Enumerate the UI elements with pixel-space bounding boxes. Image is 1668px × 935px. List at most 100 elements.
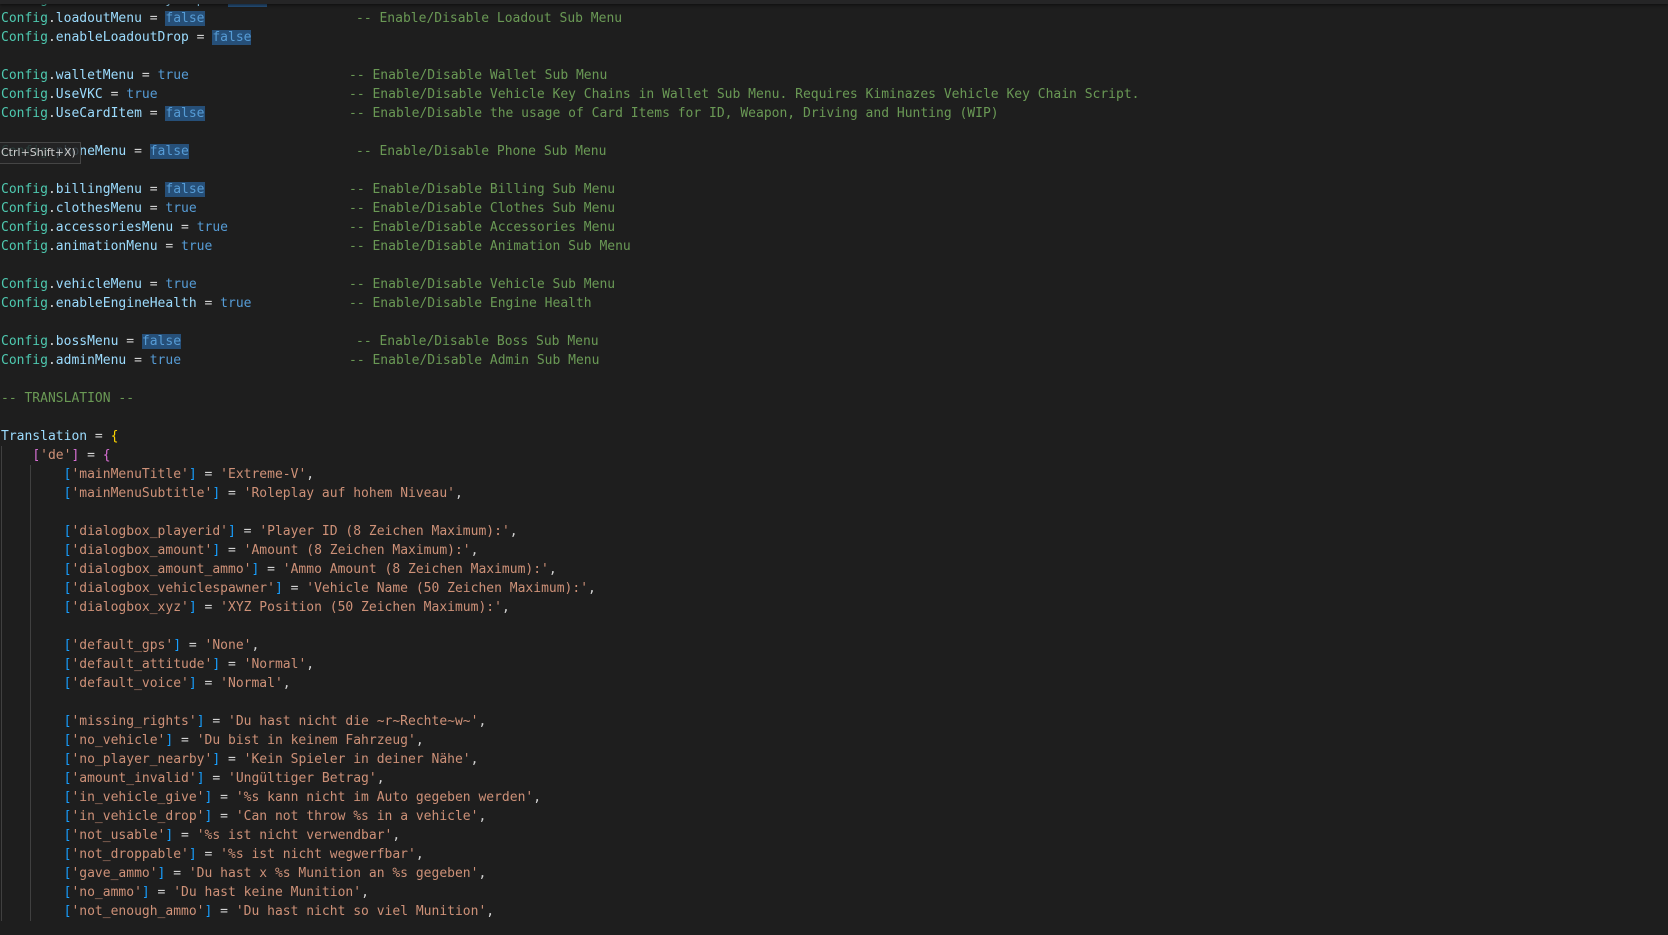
code-line[interactable]: ['dialogbox_playerid'] = 'Player ID (8 Z… <box>1 522 596 541</box>
code-line[interactable]: ['no_vehicle'] = 'Du bist in keinem Fahr… <box>1 731 596 750</box>
code-line[interactable] <box>1 503 596 522</box>
code-line[interactable]: ['in_vehicle_give'] = '%s kann nicht im … <box>1 788 596 807</box>
code-line[interactable]: Config.enableLoadoutDrop = false <box>1 28 596 47</box>
code-line[interactable]: Config.loadoutMenu = false -- Enable/Disa… <box>1 9 622 28</box>
translation-value: 'Roleplay auf hohem Niveau' <box>243 486 455 501</box>
code-line[interactable] <box>1 370 596 389</box>
code-line[interactable]: Translation = { <box>1 427 596 446</box>
config-value: true <box>165 277 197 292</box>
assign-operator: = <box>102 87 127 102</box>
code-line[interactable] <box>1 693 596 712</box>
code-line[interactable]: ['default_voice'] = 'Normal', <box>1 674 596 693</box>
code-line[interactable]: Config.animationMenu = true -- Enable/Dis… <box>1 237 631 256</box>
code-line[interactable] <box>1 313 596 332</box>
assign-operator: = <box>212 904 236 919</box>
code-line[interactable] <box>1 47 596 66</box>
translation-key: 'dialogbox_playerid' <box>71 524 228 539</box>
code-line[interactable] <box>1 161 596 180</box>
code-line[interactable]: ['gave_ammo'] = 'Du hast x %s Munition a… <box>1 864 596 883</box>
code-line[interactable]: ['dialogbox_vehiclespawner'] = 'Vehicle … <box>1 579 596 598</box>
indent-guide <box>1 560 2 579</box>
translation-key: 'default_gps' <box>71 638 174 653</box>
code-area[interactable]: Config.enableInventoryDrop = falseConfig… <box>1 0 1140 921</box>
indent-guide <box>29 750 31 769</box>
indent-guide <box>1 845 2 864</box>
assign-operator: = <box>141 182 166 197</box>
config-table: Config <box>1 220 48 235</box>
code-line[interactable] <box>1 256 596 275</box>
indent-guide <box>1 446 2 465</box>
comma: , <box>478 809 487 824</box>
config-table: Config <box>1 87 48 102</box>
translation-value: 'Du hast nicht die ~r~Rechte~w~' <box>228 714 479 729</box>
config-table: Config <box>1 30 48 45</box>
code-line[interactable]: Config.bossMenu = false -- Enable/Disable… <box>1 332 599 351</box>
assign-operator: = <box>141 277 166 292</box>
config-value: false <box>212 30 252 45</box>
translation-header-comment: -- TRANSLATION -- <box>1 391 135 406</box>
code-line[interactable]: ['mainMenuSubtitle'] = 'Roleplay auf hoh… <box>1 484 596 503</box>
config-key: walletMenu <box>55 68 135 83</box>
code-line[interactable] <box>1 408 596 427</box>
code-line[interactable]: Config.UseVKC = true -- Enable/Disable Ve… <box>1 85 1140 104</box>
assign-operator: = <box>196 296 221 311</box>
translation-key: 'mainMenuTitle' <box>71 467 189 482</box>
code-line[interactable]: ['dialogbox_amount_ammo'] = 'Ammo Amount… <box>1 560 596 579</box>
close-bracket: ] <box>188 600 197 615</box>
code-line[interactable]: ['amount_invalid'] = 'Ungültiger Betrag'… <box>1 769 596 788</box>
code-line[interactable]: ['dialogbox_xyz'] = 'XYZ Position (50 Ze… <box>1 598 596 617</box>
code-editor[interactable]: Config.enableInventoryDrop = falseConfig… <box>0 0 1668 935</box>
translation-key: 'no_ammo' <box>71 885 142 900</box>
code-line[interactable]: Config.accessoriesMenu = true -- Enable/D… <box>1 218 615 237</box>
code-line[interactable]: ['dialogbox_amount'] = 'Amount (8 Zeiche… <box>1 541 596 560</box>
assign-operator: = <box>181 638 205 653</box>
assign-operator: = <box>134 68 158 83</box>
code-line[interactable]: ['no_player_nearby'] = 'Kein Spieler in … <box>1 750 596 769</box>
config-table: Config <box>1 334 48 349</box>
indent-guide <box>1 484 2 503</box>
comma: , <box>501 600 510 615</box>
config-key: billingMenu <box>55 182 142 197</box>
code-line[interactable]: Config.billingMenu = false -- Enable/Disa… <box>1 180 615 199</box>
code-line[interactable]: Config.walletMenu = true -- Enable/Disabl… <box>1 66 607 85</box>
indent-guide <box>29 731 31 750</box>
translation-value: 'Du hast nicht so viel Munition' <box>235 904 487 919</box>
comma: , <box>454 486 463 501</box>
indent-guide <box>29 617 31 636</box>
translation-value: 'None' <box>204 638 252 653</box>
code-line[interactable]: ['not_usable'] = '%s ist nicht verwendba… <box>1 826 596 845</box>
close-bracket: ] <box>212 486 221 501</box>
code-line[interactable]: ['de'] = { <box>1 446 596 465</box>
code-line[interactable] <box>1 123 596 142</box>
code-line[interactable]: -- TRANSLATION -- <box>1 389 596 408</box>
config-table: Config <box>1 106 48 121</box>
code-line[interactable] <box>1 617 596 636</box>
code-line[interactable]: ['default_gps'] = 'None', <box>1 636 596 655</box>
code-line[interactable]: Config.adminMenu = true -- Enable/Disable… <box>1 351 599 370</box>
code-line[interactable]: Config.phoneMenu = false-- Enable/Disabl… <box>1 142 606 161</box>
config-value: false <box>141 334 182 349</box>
translation-key: 'dialogbox_xyz' <box>71 600 189 615</box>
comma: , <box>415 733 424 748</box>
code-line[interactable]: Config.vehicleMenu = true -- Enable/Disab… <box>1 275 615 294</box>
code-line[interactable]: ['missing_rights'] = 'Du hast nicht die … <box>1 712 596 731</box>
comma: , <box>361 885 369 900</box>
assign-operator: = <box>79 448 103 463</box>
code-line[interactable]: ['no_ammo'] = 'Du hast keine Munition', <box>1 883 596 902</box>
code-line[interactable]: ['in_vehicle_drop'] = 'Can not throw %s … <box>1 807 596 826</box>
code-line[interactable]: ['default_attitude'] = 'Normal', <box>1 655 596 674</box>
code-line[interactable]: Config.clothesMenu = true -- Enable/Disab… <box>1 199 615 218</box>
assign-operator: = <box>173 220 197 235</box>
code-line[interactable]: ['not_droppable'] = '%s ist nicht wegwer… <box>1 845 596 864</box>
indent-guide <box>1 902 2 921</box>
code-line[interactable]: ['not_enough_ammo'] = 'Du hast nicht so … <box>1 902 596 921</box>
code-line[interactable]: Config.UseCardItem = false -- Enable/Disa… <box>1 104 999 123</box>
indent-guide <box>1 807 2 826</box>
code-line[interactable]: ['mainMenuTitle'] = 'Extreme-V', <box>1 465 596 484</box>
code-line[interactable]: Config.enableEngineHealth = true -- Enabl… <box>1 294 596 313</box>
